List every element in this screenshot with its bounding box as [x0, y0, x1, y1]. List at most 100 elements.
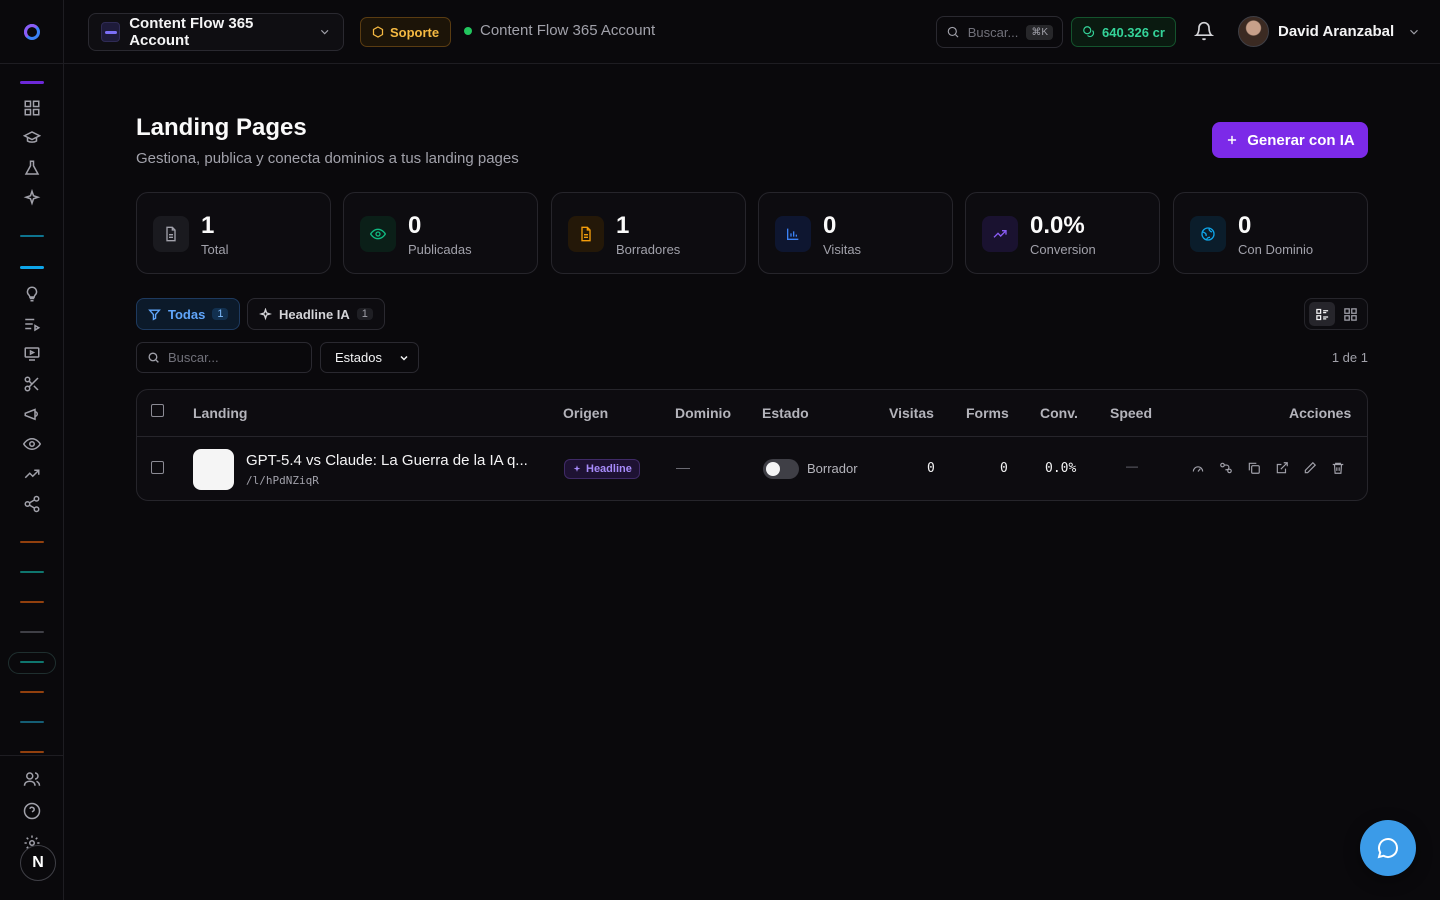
grid-view-button[interactable] [1337, 302, 1363, 326]
row-checkbox[interactable] [151, 461, 164, 474]
stat-card-total: 1 Total [136, 192, 331, 274]
users-icon[interactable] [22, 769, 42, 789]
plus-icon [1228, 135, 1237, 145]
scissors-icon[interactable] [22, 374, 42, 394]
stat-card-visits: 0 Visitas [758, 192, 953, 274]
sparkles-icon[interactable] [22, 188, 42, 208]
megaphone-icon[interactable] [22, 404, 42, 424]
sidebar-section-marker [20, 661, 44, 663]
flask-icon[interactable] [22, 158, 42, 178]
sparkles-icon [573, 465, 581, 472]
landing-slug: /l/hPdNZiqR [246, 474, 319, 487]
support-button[interactable]: Soporte [360, 17, 452, 47]
file-icon [153, 216, 189, 252]
credits-value: 640.326 cr [1102, 24, 1165, 40]
speed-test-icon[interactable] [1191, 461, 1207, 477]
filter-chip-headline-ia[interactable]: Headline IA 1 [247, 298, 385, 330]
pagination-label: 1 de 1 [1331, 350, 1368, 365]
chat-support-button[interactable] [1360, 820, 1416, 876]
column-header[interactable]: Visitas [889, 405, 934, 421]
credits-badge[interactable]: 640.326 cr [1071, 17, 1176, 47]
column-header[interactable]: Conv. [1040, 405, 1078, 421]
column-header[interactable]: Dominio [675, 405, 731, 421]
list-play-icon[interactable] [22, 314, 42, 334]
sidebar-divider [0, 755, 64, 756]
column-header[interactable]: Estado [762, 405, 809, 421]
search-shortcut-badge: ⌘K [1026, 24, 1053, 40]
chevron-down-icon [400, 355, 408, 361]
sidebar-section-marker [20, 266, 44, 269]
eye-icon [360, 216, 396, 252]
filter-chip-all[interactable]: Todas 1 [136, 298, 241, 330]
external-link-icon[interactable] [1275, 461, 1291, 477]
landing-title[interactable]: GPT-5.4 vs Claude: La Guerra de la IA q.… [246, 452, 528, 469]
shield-icon [372, 26, 384, 38]
avatar [1238, 16, 1269, 47]
landing-search-placeholder: Buscar... [168, 350, 219, 365]
connect-domain-icon[interactable] [1219, 461, 1235, 477]
landing-search-input[interactable]: Buscar... [136, 342, 312, 373]
chevron-down-icon [320, 29, 329, 35]
filter-icon [148, 308, 161, 320]
user-menu[interactable]: David Aranzabal [1238, 16, 1421, 47]
select-all-checkbox[interactable] [151, 404, 164, 417]
conversion-value: 0.0% [1045, 461, 1077, 476]
column-header[interactable]: Speed [1110, 405, 1152, 421]
domain-value: — [676, 459, 690, 475]
column-header[interactable]: Forms [966, 405, 1009, 421]
list-view-button[interactable] [1309, 302, 1335, 326]
generate-with-ai-button[interactable]: Generar con IA [1212, 122, 1368, 158]
stat-label: Borradores [616, 242, 681, 257]
graduation-cap-icon[interactable] [22, 128, 42, 148]
publish-toggle[interactable] [763, 459, 799, 479]
user-name: David Aranzabal [1278, 23, 1395, 40]
online-status-dot [464, 26, 472, 35]
duplicate-icon[interactable] [1247, 461, 1263, 477]
stat-value: 1 [201, 212, 215, 239]
sidebar: N [0, 0, 64, 900]
stat-card-published: 0 Publicadas [343, 192, 538, 274]
coins-icon [1083, 26, 1095, 38]
filter-chip-label: Headline IA [279, 306, 350, 322]
presentation-icon[interactable] [22, 344, 42, 364]
landing-thumbnail[interactable] [193, 449, 234, 490]
table-row[interactable]: GPT-5.4 vs Claude: La Guerra de la IA q.… [137, 437, 1367, 501]
trending-up-icon[interactable] [22, 464, 42, 484]
view-toggle [1304, 298, 1368, 330]
bell-icon[interactable] [1194, 21, 1214, 41]
chat-bubble-icon [1377, 838, 1399, 859]
account-name: Content Flow 365 Account [129, 15, 254, 49]
grid-view-icon [1343, 307, 1357, 321]
account-status: Content Flow 365 Account [464, 22, 655, 39]
column-header[interactable]: Origen [563, 405, 608, 421]
search-icon [947, 26, 959, 38]
stat-label: Conversion [1030, 242, 1096, 257]
account-switcher[interactable]: Content Flow 365 Account [88, 13, 344, 51]
share-icon[interactable] [22, 494, 42, 514]
support-label: Soporte [390, 24, 440, 40]
sidebar-section-marker [20, 751, 44, 753]
global-search-input[interactable]: Buscar... ⌘K [936, 16, 1063, 48]
origin-badge: Headline [564, 459, 640, 479]
edit-icon[interactable] [1303, 461, 1319, 477]
top-header: Content Flow 365 Account Soporte Content… [64, 0, 1440, 64]
sidebar-section-marker [20, 721, 44, 723]
app-logo[interactable] [24, 24, 40, 40]
sparkles-icon [259, 307, 272, 320]
status-select[interactable]: Estados [320, 342, 419, 373]
origin-label: Headline [586, 463, 632, 475]
lightbulb-icon[interactable] [22, 284, 42, 304]
landings-table: Landing Origen Dominio Estado Visitas Fo… [136, 389, 1368, 501]
column-header[interactable]: Landing [193, 405, 247, 421]
help-icon[interactable] [22, 801, 42, 821]
globe-icon [1190, 216, 1226, 252]
workspace-avatar[interactable]: N [20, 845, 56, 881]
stat-label: Con Dominio [1238, 242, 1314, 257]
trash-icon[interactable] [1331, 461, 1347, 477]
sidebar-active-pill[interactable] [8, 652, 56, 674]
dashboard-icon[interactable] [22, 98, 42, 118]
visits-value: 0 [927, 461, 935, 476]
eye-icon[interactable] [22, 434, 42, 454]
table-header: Landing Origen Dominio Estado Visitas Fo… [137, 390, 1367, 437]
generate-label: Generar con IA [1247, 131, 1355, 149]
